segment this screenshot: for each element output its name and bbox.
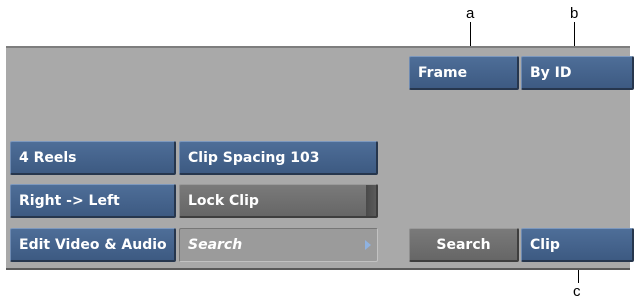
- search-field-text: Search: [188, 237, 243, 253]
- callout-a: a: [466, 5, 475, 22]
- edit-mode-button[interactable]: Edit Video & Audio: [10, 228, 176, 262]
- reels-button[interactable]: 4 Reels: [10, 141, 176, 175]
- callout-b: b: [570, 5, 579, 22]
- lock-toggle-knob: [366, 185, 376, 216]
- expand-arrow-icon[interactable]: [365, 240, 371, 250]
- search-field[interactable]: Search: [179, 228, 378, 262]
- clip-button[interactable]: Clip: [521, 228, 634, 262]
- by-id-button[interactable]: By ID: [521, 56, 634, 90]
- clip-spacing-button[interactable]: Clip Spacing 103: [179, 141, 378, 175]
- callout-c: c: [573, 283, 581, 300]
- clip-settings-panel: Frame By ID 4 Reels Clip Spacing 103 Rig…: [6, 46, 634, 270]
- lock-clip-button[interactable]: Lock Clip: [179, 184, 378, 218]
- frame-button[interactable]: Frame: [409, 56, 519, 90]
- lock-clip-label: Lock Clip: [188, 192, 259, 209]
- direction-button[interactable]: Right -> Left: [10, 184, 176, 218]
- search-button[interactable]: Search: [409, 228, 519, 262]
